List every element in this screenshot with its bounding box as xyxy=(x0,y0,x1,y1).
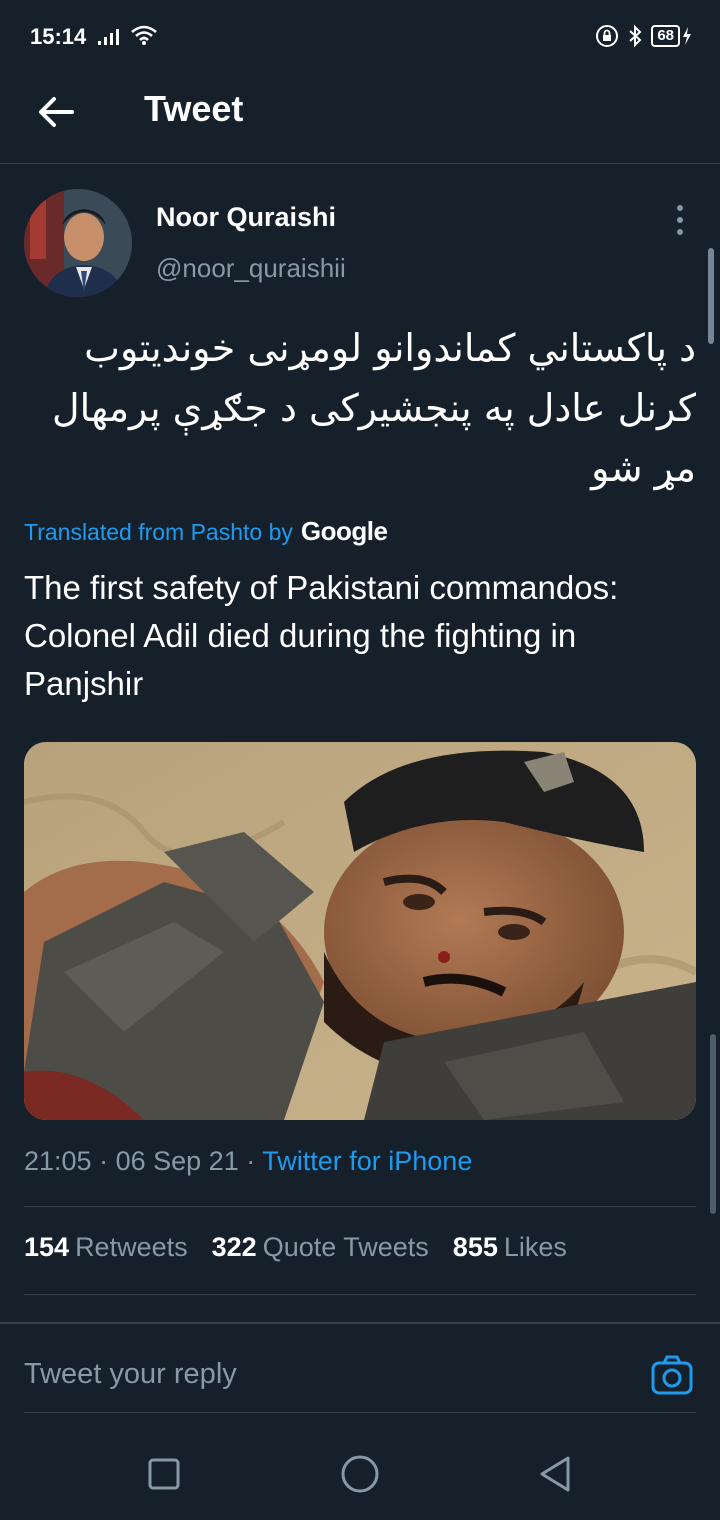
home-icon[interactable] xyxy=(338,1452,382,1496)
tweet-time: 21:05 xyxy=(24,1146,92,1176)
battery-level: 68 xyxy=(651,25,680,47)
status-right-icons: 68 xyxy=(595,24,692,48)
tweet-meta: 21:05 · 06 Sep 21 · Twitter for iPhone xyxy=(24,1146,472,1177)
page-title: Tweet xyxy=(144,88,244,129)
divider xyxy=(24,1294,696,1295)
tweet-original-text: د پاکستاني کماندوانو لومړنی خوندیتوب کرن… xyxy=(24,318,696,498)
camera-icon[interactable] xyxy=(650,1354,694,1396)
status-time: 15:14 xyxy=(30,24,87,49)
meta-separator: · xyxy=(99,1146,109,1176)
likes-stat[interactable]: 855 Likes xyxy=(453,1232,567,1263)
lock-rotation-icon xyxy=(596,25,619,47)
avatar[interactable] xyxy=(24,189,132,297)
tweet-screen: 15:14 68 Tweet Noor Quraishi @noor_qurai… xyxy=(0,0,720,1520)
tweet-translation: The first safety of Pakistani commandos:… xyxy=(24,564,696,708)
reply-underline xyxy=(24,1412,696,1413)
bluetooth-icon xyxy=(629,24,642,48)
quotes-count: 322 xyxy=(211,1232,257,1262)
scrollbar-thumb[interactable] xyxy=(708,248,714,344)
avatar-photo xyxy=(24,189,132,297)
wifi-icon xyxy=(131,25,157,45)
back-triangle-icon[interactable] xyxy=(534,1452,578,1496)
charging-icon xyxy=(683,27,691,45)
translated-from-label: Translated from Pashto by xyxy=(24,519,293,545)
reply-bar-divider xyxy=(0,1322,720,1324)
battery-icon: 68 xyxy=(651,25,692,47)
retweets-label: Retweets xyxy=(75,1232,188,1262)
translation-line: The first safety of Pakistani commandos: xyxy=(24,569,619,606)
quote-tweets-stat[interactable]: 322 Quote Tweets xyxy=(212,1232,429,1263)
author-name[interactable]: Noor Quraishi xyxy=(156,202,336,233)
original-line: مړ شو xyxy=(591,446,696,490)
system-nav-bar xyxy=(0,1430,720,1520)
google-logo: Google xyxy=(300,516,388,546)
status-left-icons xyxy=(98,24,158,46)
app-header: Tweet xyxy=(0,72,720,164)
translation-attribution[interactable]: Translated from Pashto by Google xyxy=(24,516,388,547)
retweets-count: 154 xyxy=(24,1232,70,1262)
quotes-label: Quote Tweets xyxy=(262,1232,429,1262)
tweet-media-image[interactable] xyxy=(24,742,696,1120)
tweet-source-link[interactable]: Twitter for iPhone xyxy=(262,1146,472,1176)
recent-apps-icon[interactable] xyxy=(142,1452,186,1496)
scrollbar-track-indicator[interactable] xyxy=(710,1034,716,1214)
author-handle[interactable]: @noor_quraishii xyxy=(156,253,346,284)
original-line: د پاکستاني کماندوانو لومړنی خوندیتوب xyxy=(84,326,696,370)
media-photo xyxy=(24,742,696,1120)
translation-line: Colonel Adil died during the fighting in xyxy=(24,617,577,654)
original-line: کرنل عادل په پنجشیرکی د جګړې پرمهال xyxy=(52,386,696,430)
meta-separator: · xyxy=(246,1146,256,1176)
status-bar: 15:14 68 xyxy=(0,0,720,72)
arrow-left-icon[interactable] xyxy=(34,90,78,134)
more-options-icon[interactable] xyxy=(664,200,696,240)
divider xyxy=(24,1206,696,1207)
likes-count: 855 xyxy=(452,1232,498,1262)
signal-icon xyxy=(98,29,119,45)
tweet-stats: 154 Retweets 322 Quote Tweets 855 Likes xyxy=(24,1232,567,1263)
translation-line: Panjshir xyxy=(24,665,144,702)
reply-input[interactable] xyxy=(24,1350,624,1398)
likes-label: Likes xyxy=(503,1232,567,1262)
tweet-date: 06 Sep 21 xyxy=(115,1146,239,1176)
retweets-stat[interactable]: 154 Retweets xyxy=(24,1232,188,1263)
